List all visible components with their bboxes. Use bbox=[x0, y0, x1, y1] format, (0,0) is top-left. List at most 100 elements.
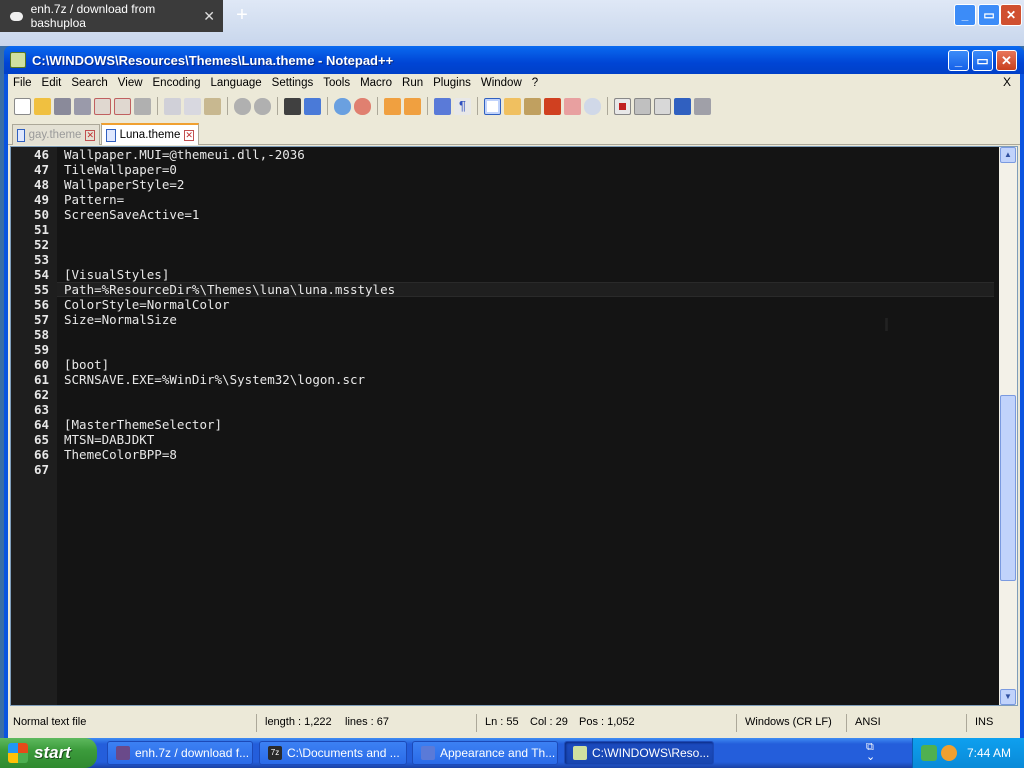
line-number: 55 bbox=[33, 282, 49, 297]
editor-area[interactable]: 46 Wallpaper.MUI=@themeui.dll,-2036 47 Tile… bbox=[10, 146, 1018, 706]
line-number: 48 bbox=[33, 177, 49, 192]
menu-window[interactable]: Window bbox=[476, 77, 527, 89]
close-button[interactable]: ✕ bbox=[1000, 4, 1022, 26]
network-icon[interactable] bbox=[921, 745, 937, 761]
line-number: 64 bbox=[33, 417, 49, 432]
save-all-icon[interactable] bbox=[74, 97, 91, 115]
stop-icon[interactable] bbox=[634, 97, 651, 115]
document-close-button[interactable]: X bbox=[998, 75, 1016, 89]
paste-icon[interactable] bbox=[204, 97, 221, 115]
line-number: 54 bbox=[33, 267, 49, 282]
indent-guide-icon[interactable] bbox=[484, 97, 501, 115]
code-line[interactable]: ColorStyle=NormalColor bbox=[64, 297, 230, 312]
notepad-window: C:\WINDOWS\Resources\Themes\Luna.theme -… bbox=[4, 46, 1024, 738]
tab-gay-theme[interactable]: gay.theme ✕ bbox=[12, 124, 100, 145]
code-line[interactable]: Size=NormalSize bbox=[64, 312, 177, 327]
scroll-up-icon[interactable]: ▲ bbox=[1000, 147, 1016, 163]
zoom-out-icon[interactable] bbox=[354, 97, 371, 115]
code-line[interactable]: ThemeColorBPP=8 bbox=[64, 447, 177, 462]
minimize-button[interactable]: _ bbox=[948, 50, 969, 71]
line-number: 51 bbox=[33, 222, 49, 237]
clock[interactable]: 7:44 AM bbox=[967, 746, 1011, 760]
udl-icon[interactable] bbox=[504, 97, 521, 115]
close-all-icon[interactable] bbox=[114, 97, 131, 115]
line-number: 59 bbox=[33, 342, 49, 357]
menu-run[interactable]: Run bbox=[397, 77, 428, 89]
code-line[interactable]: [boot] bbox=[64, 357, 109, 372]
code-line[interactable]: Wallpaper.MUI=@themeui.dll,-2036 bbox=[64, 147, 305, 162]
close-icon[interactable]: ✕ bbox=[184, 129, 194, 141]
menu-tools[interactable]: Tools bbox=[318, 77, 355, 89]
new-icon[interactable] bbox=[14, 97, 31, 115]
save-icon[interactable] bbox=[54, 97, 71, 115]
code-line[interactable]: Pattern= bbox=[64, 192, 124, 207]
new-tab-button[interactable]: + bbox=[230, 4, 254, 27]
print-icon[interactable] bbox=[134, 97, 151, 115]
record-icon[interactable] bbox=[614, 97, 631, 115]
menu-macro[interactable]: Macro bbox=[355, 77, 397, 89]
monitor-icon[interactable] bbox=[584, 97, 601, 115]
function-list-icon[interactable] bbox=[544, 97, 561, 115]
task-label: Appearance and Th... bbox=[440, 746, 556, 760]
replace-icon[interactable] bbox=[304, 97, 321, 115]
menu-edit[interactable]: Edit bbox=[37, 77, 67, 89]
code-line[interactable]: WallpaperStyle=2 bbox=[64, 177, 184, 192]
sync-h-icon[interactable] bbox=[404, 97, 421, 115]
copy-icon[interactable] bbox=[184, 97, 201, 115]
find-icon[interactable] bbox=[284, 97, 301, 115]
redo-icon[interactable] bbox=[254, 97, 271, 115]
cloud-icon bbox=[10, 11, 23, 21]
menu-settings[interactable]: Settings bbox=[267, 77, 319, 89]
search-icon[interactable] bbox=[941, 745, 957, 761]
browser-tab[interactable]: enh.7z / download from bashuploa ✕ bbox=[0, 0, 223, 32]
folder-workspace-icon[interactable] bbox=[564, 97, 581, 115]
code-line[interactable]: MTSN=DABJDKT bbox=[64, 432, 154, 447]
menu-search[interactable]: Search bbox=[66, 77, 112, 89]
code-line[interactable]: [VisualStyles] bbox=[64, 267, 169, 282]
code-line[interactable]: Path=%ResourceDir%\Themes\luna\luna.msst… bbox=[64, 282, 395, 297]
code-line[interactable]: ScreenSaveActive=1 bbox=[64, 207, 199, 222]
vertical-scrollbar[interactable]: ▲ ▼ bbox=[999, 147, 1017, 705]
menu-language[interactable]: Language bbox=[205, 77, 266, 89]
scroll-down-icon[interactable]: ▼ bbox=[1000, 689, 1016, 705]
restore-icon[interactable]: ⧉ ⌄ bbox=[866, 742, 875, 763]
menu-encoding[interactable]: Encoding bbox=[148, 77, 206, 89]
menu-help[interactable]: ? bbox=[527, 77, 543, 89]
title-bar[interactable]: C:\WINDOWS\Resources\Themes\Luna.theme -… bbox=[4, 46, 1024, 74]
close-icon[interactable] bbox=[94, 97, 111, 115]
doc-map-icon[interactable] bbox=[524, 97, 541, 115]
maximize-button[interactable]: ▭ bbox=[972, 50, 993, 71]
maximize-button[interactable]: ▭ bbox=[978, 4, 1000, 26]
close-button[interactable]: ✕ bbox=[996, 50, 1017, 71]
sync-v-icon[interactable] bbox=[384, 97, 401, 115]
scroll-thumb[interactable] bbox=[1000, 395, 1016, 581]
toolbar-separator bbox=[327, 97, 328, 115]
code-line[interactable]: [MasterThemeSelector] bbox=[64, 417, 222, 432]
close-icon[interactable]: ✕ bbox=[85, 129, 95, 141]
task-documents[interactable]: 7z C:\Documents and ... bbox=[259, 741, 407, 765]
wrap-icon[interactable] bbox=[434, 97, 451, 115]
code-line[interactable]: TileWallpaper=0 bbox=[64, 162, 177, 177]
open-icon[interactable] bbox=[34, 97, 51, 115]
menu-file[interactable]: File bbox=[8, 77, 37, 89]
play-icon[interactable] bbox=[654, 97, 671, 115]
menu-plugins[interactable]: Plugins bbox=[428, 77, 476, 89]
cut-icon[interactable] bbox=[164, 97, 181, 115]
tab-luna-theme[interactable]: Luna.theme ✕ bbox=[101, 123, 199, 145]
code-line[interactable]: SCRNSAVE.EXE=%WinDir%\System32\logon.scr bbox=[64, 372, 365, 387]
zoom-in-icon[interactable] bbox=[334, 97, 351, 115]
control-panel-icon bbox=[421, 746, 435, 760]
undo-icon[interactable] bbox=[234, 97, 251, 115]
menu-view[interactable]: View bbox=[113, 77, 148, 89]
task-browser[interactable]: enh.7z / download f... bbox=[107, 741, 253, 765]
start-button[interactable]: start bbox=[0, 738, 97, 768]
notepad-icon bbox=[573, 746, 587, 760]
save-macro-icon[interactable] bbox=[694, 97, 711, 115]
all-chars-icon[interactable]: ¶ bbox=[454, 97, 471, 115]
line-number: 67 bbox=[33, 462, 49, 477]
task-appearance[interactable]: Appearance and Th... bbox=[412, 741, 558, 765]
close-icon[interactable]: ✕ bbox=[203, 8, 215, 25]
play-multiple-icon[interactable] bbox=[674, 97, 691, 115]
task-notepad[interactable]: C:\WINDOWS\Reso... bbox=[564, 741, 714, 765]
minimize-button[interactable]: _ bbox=[954, 4, 976, 26]
